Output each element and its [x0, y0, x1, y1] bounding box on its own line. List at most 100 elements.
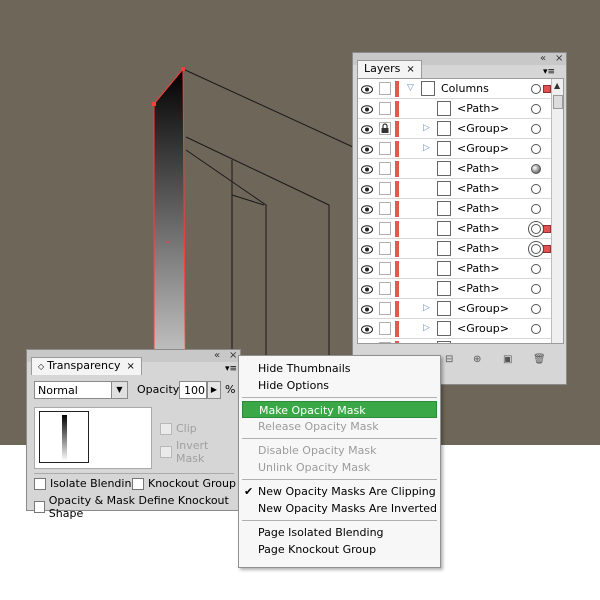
- visibility-eye-icon[interactable]: [361, 304, 373, 314]
- invert-mask-checkbox[interactable]: Invert Mask: [160, 439, 240, 465]
- target-icon[interactable]: [531, 204, 541, 214]
- opacity-input[interactable]: 100: [179, 381, 207, 399]
- target-icon[interactable]: [531, 164, 541, 174]
- target-icon[interactable]: [531, 244, 541, 254]
- disclosure-collapsed-icon[interactable]: ▷: [423, 323, 430, 333]
- lock-toggle[interactable]: [379, 102, 391, 115]
- layer-row[interactable]: ▷ <Group>: [358, 139, 551, 159]
- selection-indicator[interactable]: [543, 245, 551, 253]
- lock-toggle[interactable]: [379, 342, 391, 343]
- lock-toggle[interactable]: [379, 222, 391, 235]
- scroll-thumb[interactable]: [553, 95, 563, 109]
- layer-row[interactable]: ▷ <Group>: [358, 339, 551, 344]
- target-icon[interactable]: [531, 144, 541, 154]
- visibility-eye-icon[interactable]: [361, 264, 373, 274]
- target-icon[interactable]: [531, 104, 541, 114]
- layer-row[interactable]: ▷ <Group>: [358, 119, 551, 139]
- selection-indicator[interactable]: [543, 85, 551, 93]
- layer-row[interactable]: <Path>: [358, 239, 551, 259]
- visibility-eye-icon[interactable]: [361, 324, 373, 334]
- visibility-eye-icon[interactable]: [361, 184, 373, 194]
- new-sublayer-icon[interactable]: ⊕: [473, 354, 481, 365]
- layer-row[interactable]: ▷ <Group>: [358, 299, 551, 319]
- checkbox-box[interactable]: [132, 477, 144, 490]
- target-icon[interactable]: [531, 304, 541, 314]
- visibility-eye-icon[interactable]: [361, 144, 373, 154]
- opacity-slider-button[interactable]: ▶: [207, 381, 221, 399]
- checkbox-box[interactable]: [34, 501, 45, 513]
- menu-item-page-knockout-group[interactable]: Page Knockout Group: [239, 541, 440, 558]
- visibility-eye-icon[interactable]: [361, 84, 373, 94]
- lock-icon[interactable]: [379, 122, 391, 135]
- visibility-eye-icon[interactable]: [361, 164, 373, 174]
- selection-indicator[interactable]: [543, 225, 551, 233]
- collapse-icon[interactable]: «: [214, 350, 220, 361]
- checkbox-box[interactable]: [34, 477, 46, 490]
- chevron-down-icon[interactable]: ▼: [111, 382, 127, 398]
- menu-item-page-isolated-blending[interactable]: Page Isolated Blending: [239, 524, 440, 541]
- visibility-eye-icon[interactable]: [361, 124, 373, 134]
- lock-toggle[interactable]: [379, 202, 391, 215]
- layer-row[interactable]: <Path>: [358, 199, 551, 219]
- lock-toggle[interactable]: [379, 262, 391, 275]
- delete-icon[interactable]: 🗑: [533, 354, 546, 365]
- layer-row[interactable]: <Path>: [358, 259, 551, 279]
- menu-item-new-opacity-masks-are-clipping[interactable]: ✔ New Opacity Masks Are Clipping: [239, 483, 440, 500]
- menu-item-release-opacity-mask[interactable]: Release Opacity Mask: [239, 418, 440, 435]
- clip-checkbox[interactable]: Clip: [160, 422, 197, 435]
- menu-item-disable-opacity-mask[interactable]: Disable Opacity Mask: [239, 442, 440, 459]
- layer-row[interactable]: <Path>: [358, 159, 551, 179]
- target-icon[interactable]: [531, 264, 541, 274]
- lock-toggle[interactable]: [379, 82, 391, 95]
- tab-transparency[interactable]: ◇ Transparency ×: [31, 357, 142, 375]
- layer-row[interactable]: <Path>: [358, 99, 551, 119]
- knockout-group-checkbox[interactable]: Knockout Group: [132, 477, 236, 490]
- disclosure-collapsed-icon[interactable]: ▷: [423, 123, 430, 133]
- visibility-eye-icon[interactable]: [361, 104, 373, 114]
- menu-item-hide-options[interactable]: Hide Options: [239, 377, 440, 394]
- tab-layers[interactable]: Layers ×: [357, 60, 422, 78]
- disclosure-collapsed-icon[interactable]: ▷: [423, 143, 430, 153]
- checkbox-box[interactable]: [160, 422, 172, 435]
- close-panel-icon[interactable]: ×: [229, 350, 237, 361]
- lock-toggle[interactable]: [379, 322, 391, 335]
- target-icon[interactable]: [531, 284, 541, 294]
- visibility-eye-icon[interactable]: [361, 244, 373, 254]
- close-tab-icon[interactable]: ×: [406, 64, 414, 75]
- layer-row[interactable]: <Path>: [358, 219, 551, 239]
- layer-row[interactable]: ▽ Columns: [358, 79, 551, 99]
- new-layer-icon[interactable]: ▣: [503, 354, 512, 365]
- lock-toggle[interactable]: [379, 162, 391, 175]
- checkbox-box[interactable]: [160, 446, 172, 458]
- visibility-eye-icon[interactable]: [361, 204, 373, 214]
- target-icon[interactable]: [531, 124, 541, 134]
- close-panel-icon[interactable]: ×: [555, 53, 563, 64]
- visibility-eye-icon[interactable]: [361, 224, 373, 234]
- lock-toggle[interactable]: [379, 142, 391, 155]
- lock-toggle[interactable]: [379, 182, 391, 195]
- target-icon[interactable]: [531, 324, 541, 334]
- panel-menu-icon[interactable]: ▾≡: [225, 364, 237, 374]
- lock-toggle[interactable]: [379, 282, 391, 295]
- collapse-icon[interactable]: «: [540, 53, 546, 64]
- layer-row[interactable]: <Path>: [358, 279, 551, 299]
- close-tab-icon[interactable]: ×: [127, 361, 135, 372]
- menu-item-make-opacity-mask[interactable]: Make Opacity Mask: [242, 401, 437, 418]
- target-icon[interactable]: [531, 224, 541, 234]
- options-toggle-icon[interactable]: ◇: [38, 362, 44, 371]
- panel-menu-icon[interactable]: ▾≡: [543, 67, 555, 77]
- target-icon[interactable]: [531, 184, 541, 194]
- disclosure-collapsed-icon[interactable]: ▷: [423, 303, 430, 313]
- target-icon[interactable]: [531, 84, 541, 94]
- layer-row[interactable]: ▷ <Group>: [358, 319, 551, 339]
- blend-mode-select[interactable]: Normal ▼: [34, 381, 128, 399]
- object-thumbnail[interactable]: [39, 411, 89, 463]
- scrollbar[interactable]: ▲: [551, 79, 563, 343]
- scroll-up-icon[interactable]: ▲: [554, 81, 560, 90]
- menu-item-unlink-opacity-mask[interactable]: Unlink Opacity Mask: [239, 459, 440, 476]
- lock-toggle[interactable]: [379, 302, 391, 315]
- isolate-blending-checkbox[interactable]: Isolate Blending: [34, 477, 138, 490]
- opacity-mask-knockout-checkbox[interactable]: Opacity & Mask Define Knockout Shape: [34, 494, 240, 520]
- disclosure-collapsed-icon[interactable]: ▷: [423, 343, 430, 344]
- layer-row[interactable]: <Path>: [358, 179, 551, 199]
